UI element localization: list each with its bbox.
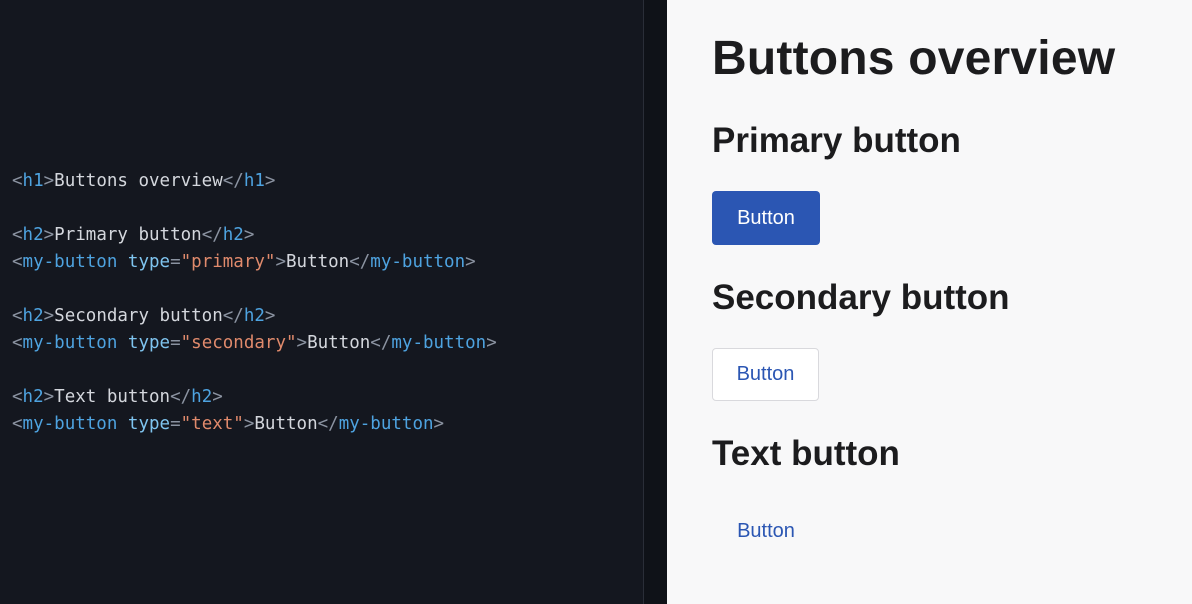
code-token-text: Buttons overview (54, 171, 223, 191)
code-token-punct: </ (201, 225, 223, 245)
code-token-punct: < (12, 225, 23, 245)
code-token-punct: > (465, 252, 476, 272)
code-token-punct: = (170, 252, 181, 272)
code-token-punct: < (12, 252, 23, 272)
code-token-str: "primary" (180, 252, 276, 272)
code-token-tag: h2 (22, 225, 44, 245)
code-token-punct: < (12, 333, 23, 353)
code-token-tag: my-button (391, 333, 487, 353)
code-line: <my-button type="secondary">Button</my-b… (12, 330, 497, 357)
code-token-str: "secondary" (180, 333, 297, 353)
code-token-tag: my-button (22, 333, 118, 353)
code-token-punct: > (43, 171, 55, 191)
text-button[interactable]: Button (712, 504, 820, 558)
code-token-punct: > (275, 252, 286, 272)
code-token-punct: > (296, 333, 308, 353)
code-token-tag: h2 (191, 387, 213, 407)
code-token-punct: > (43, 225, 55, 245)
code-line: <my-button type="primary">Button</my-but… (12, 249, 497, 276)
code-token-punct: < (12, 171, 23, 191)
text-button-heading: Text button (712, 434, 900, 473)
code-token-attr: type (127, 333, 171, 353)
code-line: <my-button type="text">Button</my-button… (12, 411, 497, 438)
code-token-text: Button (307, 333, 371, 353)
code-token-punct: </ (222, 306, 244, 326)
code-token-punct: = (170, 333, 181, 353)
code-token-punct: < (12, 387, 23, 407)
code-token-punct: > (433, 414, 445, 434)
code-token-text: Button (254, 414, 318, 434)
code-token-punct: > (43, 387, 55, 407)
code-token-attr: type (127, 414, 171, 434)
code-token-tag: h2 (222, 225, 244, 245)
code-token-punct: </ (370, 333, 392, 353)
code-token-tag: h1 (243, 171, 265, 191)
code-token-text: Button (286, 252, 350, 272)
code-token-punct: < (12, 306, 23, 326)
page-title: Buttons overview (712, 32, 1116, 85)
code-line: <h2>Text button</h2> (12, 384, 497, 411)
code-token-punct: = (170, 414, 181, 434)
code-token-tag: my-button (338, 414, 434, 434)
code-token-attr: type (127, 252, 171, 272)
code-token-tag: h1 (22, 171, 44, 191)
code-line: <h1>Buttons overview</h1> (12, 168, 497, 195)
code-line: <h2>Primary button</h2> (12, 222, 497, 249)
code-token-punct: > (264, 171, 276, 191)
code-token-punct: </ (170, 387, 192, 407)
code-token-text: Primary button (54, 225, 202, 245)
code-token-text: Secondary button (54, 306, 223, 326)
code-token-str: "text" (180, 414, 244, 434)
code-block[interactable]: <h1>Buttons overview</h1> <h2>Primary bu… (12, 168, 497, 438)
code-token-punct: > (43, 306, 55, 326)
code-token-tag: h2 (22, 387, 44, 407)
code-token-text: Text button (54, 387, 171, 407)
code-token-tag: h2 (22, 306, 44, 326)
secondary-button[interactable]: Button (712, 348, 819, 401)
primary-button-heading: Primary button (712, 121, 961, 160)
code-token-tag: my-button (370, 252, 466, 272)
code-token-tag: my-button (22, 252, 118, 272)
code-token-punct: </ (317, 414, 339, 434)
secondary-button-heading: Secondary button (712, 278, 1010, 317)
code-line: <h2>Secondary button</h2> (12, 303, 497, 330)
code-token-punct: < (12, 414, 23, 434)
code-token-punct: > (486, 333, 497, 353)
code-token-tag: h2 (243, 306, 265, 326)
code-token-tag: my-button (22, 414, 118, 434)
preview-pane: Buttons overview Primary button Button S… (667, 0, 1192, 604)
code-token-punct: </ (222, 171, 244, 191)
code-editor-pane[interactable]: <h1>Buttons overview</h1> <h2>Primary bu… (0, 0, 644, 604)
code-token-punct: > (243, 414, 255, 434)
primary-button[interactable]: Button (712, 191, 820, 245)
code-token-punct: > (264, 306, 276, 326)
code-token-punct: </ (349, 252, 371, 272)
code-token-punct: > (243, 225, 255, 245)
pane-divider[interactable] (644, 0, 667, 604)
code-token-punct: > (212, 387, 223, 407)
